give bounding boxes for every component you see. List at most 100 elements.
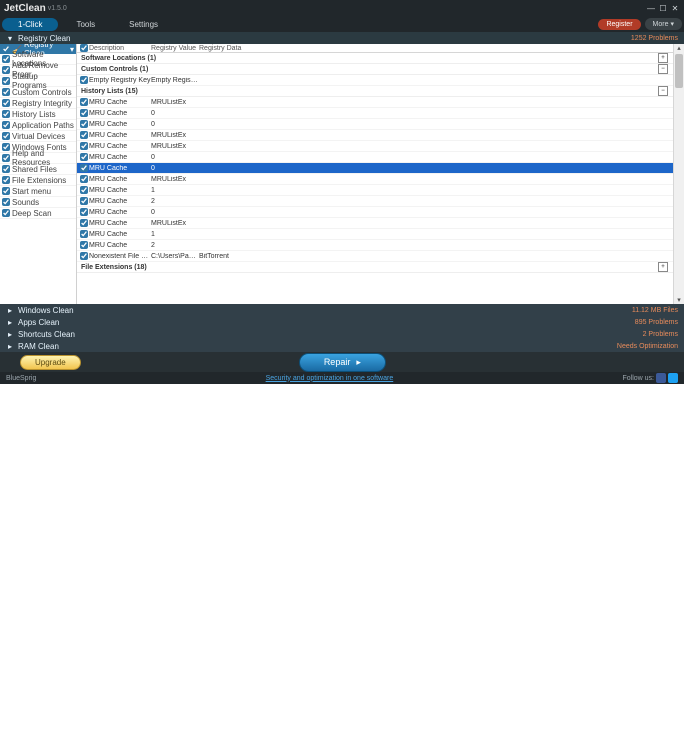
row-checkbox[interactable] <box>80 98 88 106</box>
expand-icon[interactable]: + <box>658 53 668 63</box>
sidebar-item[interactable]: Shared Files <box>0 164 76 175</box>
sidebar-item[interactable]: Sounds <box>0 197 76 208</box>
sidebar-item[interactable]: History Lists <box>0 109 76 120</box>
sidebar-item-checkbox[interactable] <box>2 55 10 63</box>
row-checkbox[interactable] <box>80 197 88 205</box>
row-checkbox[interactable] <box>80 230 88 238</box>
upgrade-button[interactable]: Upgrade <box>20 355 81 370</box>
scroll-thumb[interactable] <box>675 54 683 88</box>
facebook-icon[interactable] <box>656 373 666 383</box>
table-row[interactable]: Nonexistent File PathC:\Users\Pamela\A..… <box>77 251 684 262</box>
sidebar-item-checkbox[interactable] <box>2 132 10 140</box>
row-checkbox[interactable] <box>80 109 88 117</box>
sidebar-item-checkbox[interactable] <box>2 110 10 118</box>
table-row[interactable]: Empty Registry KeyEmpty Registry Value <box>77 75 684 86</box>
col-registry-data[interactable]: Registry Data <box>199 45 684 52</box>
header-checkbox[interactable] <box>80 44 88 52</box>
sidebar-item-checkbox[interactable] <box>2 154 10 162</box>
col-registry-value[interactable]: Registry Value <box>151 45 199 52</box>
row-checkbox[interactable] <box>80 120 88 128</box>
col-description[interactable]: Description <box>89 45 151 52</box>
twitter-icon[interactable] <box>668 373 678 383</box>
table-row[interactable]: MRU Cache0 <box>77 207 684 218</box>
sidebar-item-checkbox[interactable] <box>2 198 10 206</box>
table-row[interactable]: MRU CacheMRUListEx <box>77 130 684 141</box>
table-row[interactable]: MRU Cache1 <box>77 229 684 240</box>
sidebar-item[interactable]: Registry Integrity <box>0 98 76 109</box>
sidebar-item-checkbox[interactable] <box>2 209 10 217</box>
sidebar-master-checkbox[interactable] <box>2 45 10 53</box>
sidebar-item[interactable]: Start menu <box>0 186 76 197</box>
sidebar-item[interactable]: Deep Scan <box>0 208 76 219</box>
collapse-icon[interactable]: − <box>658 64 668 74</box>
table-row[interactable]: MRU Cache1 <box>77 185 684 196</box>
sidebar-item[interactable]: Help and Resources <box>0 153 76 164</box>
sidebar-item[interactable]: Custom Controls <box>0 87 76 98</box>
tab-settings[interactable]: Settings <box>113 18 174 31</box>
section-registry-count: 1252 Problems <box>631 35 678 42</box>
table-row[interactable]: MRU CacheMRUListEx <box>77 141 684 152</box>
table-row[interactable]: MRU CacheMRUListEx <box>77 174 684 185</box>
sidebar-item[interactable]: File Extensions <box>0 175 76 186</box>
row-checkbox[interactable] <box>80 153 88 161</box>
more-button[interactable]: More▾ <box>645 18 682 30</box>
row-checkbox[interactable] <box>80 186 88 194</box>
chevron-right-icon: ▸ <box>6 318 14 326</box>
table-row[interactable]: MRU Cache2 <box>77 240 684 251</box>
maximize-icon[interactable]: ☐ <box>658 3 668 13</box>
row-checkbox[interactable] <box>80 76 88 84</box>
sidebar-item-checkbox[interactable] <box>2 187 10 195</box>
row-checkbox[interactable] <box>80 164 88 172</box>
scroll-up-icon[interactable]: ▴ <box>677 44 681 52</box>
sidebar-item-checkbox[interactable] <box>2 77 10 85</box>
collapse-icon[interactable]: − <box>658 86 668 96</box>
section-shortcuts[interactable]: ▸ Shortcuts Clean 2 Problems <box>0 328 684 340</box>
expand-icon[interactable]: + <box>658 262 668 272</box>
close-icon[interactable]: ✕ <box>670 3 680 13</box>
group-history-lists[interactable]: History Lists (15) − <box>77 86 684 97</box>
row-checkbox[interactable] <box>80 131 88 139</box>
table-row[interactable]: MRU Cache0 <box>77 119 684 130</box>
tab-tools[interactable]: Tools <box>60 18 111 31</box>
scrollbar[interactable]: ▴ ▾ <box>673 44 684 304</box>
register-button[interactable]: Register <box>598 19 640 30</box>
sidebar-item-checkbox[interactable] <box>2 176 10 184</box>
sidebar-item[interactable]: Virtual Devices <box>0 131 76 142</box>
row-description: MRU Cache <box>89 110 151 117</box>
sidebar-item-checkbox[interactable] <box>2 121 10 129</box>
minimize-icon[interactable]: — <box>646 3 656 13</box>
sidebar-item-checkbox[interactable] <box>2 66 10 74</box>
row-checkbox[interactable] <box>80 219 88 227</box>
sidebar-item-checkbox[interactable] <box>2 143 10 151</box>
sidebar-item[interactable]: Startup Programs <box>0 76 76 87</box>
row-registry-value: MRUListEx <box>151 132 199 139</box>
row-checkbox[interactable] <box>80 142 88 150</box>
section-apps[interactable]: ▸ Apps Clean 895 Problems <box>0 316 684 328</box>
group-custom-controls[interactable]: Custom Controls (1) − <box>77 64 684 75</box>
promo-link[interactable]: Security and optimization in one softwar… <box>266 375 394 382</box>
table-row[interactable]: MRU Cache2 <box>77 196 684 207</box>
group-file-extensions[interactable]: File Extensions (18) + <box>77 262 684 273</box>
sidebar-item-checkbox[interactable] <box>2 99 10 107</box>
sidebar-item-checkbox[interactable] <box>2 165 10 173</box>
row-checkbox[interactable] <box>80 208 88 216</box>
row-checkbox[interactable] <box>80 252 88 260</box>
table-row[interactable]: MRU Cache0 <box>77 152 684 163</box>
scroll-down-icon[interactable]: ▾ <box>677 296 681 304</box>
section-windows[interactable]: ▸ Windows Clean 11.12 MB Files <box>0 304 684 316</box>
section-registry[interactable]: ▾ Registry Clean 1252 Problems <box>0 32 684 44</box>
row-checkbox[interactable] <box>80 241 88 249</box>
tab-1click[interactable]: 1-Click <box>2 18 58 31</box>
row-checkbox[interactable] <box>80 175 88 183</box>
table-row[interactable]: MRU CacheMRUListEx <box>77 97 684 108</box>
table-row[interactable]: MRU CacheMRUListEx <box>77 218 684 229</box>
table-row[interactable]: MRU Cache0 <box>77 163 684 174</box>
row-registry-value: MRUListEx <box>151 99 199 106</box>
sidebar-item-checkbox[interactable] <box>2 88 10 96</box>
sidebar-item[interactable]: Application Paths <box>0 120 76 131</box>
repair-button[interactable]: Repair ▸ <box>299 353 386 372</box>
results-panel: Description Registry Value Registry Data… <box>77 44 684 304</box>
section-ram[interactable]: ▸ RAM Clean Needs Optimization <box>0 340 684 352</box>
group-software-locations[interactable]: Software Locations (1) + <box>77 53 684 64</box>
table-row[interactable]: MRU Cache0 <box>77 108 684 119</box>
